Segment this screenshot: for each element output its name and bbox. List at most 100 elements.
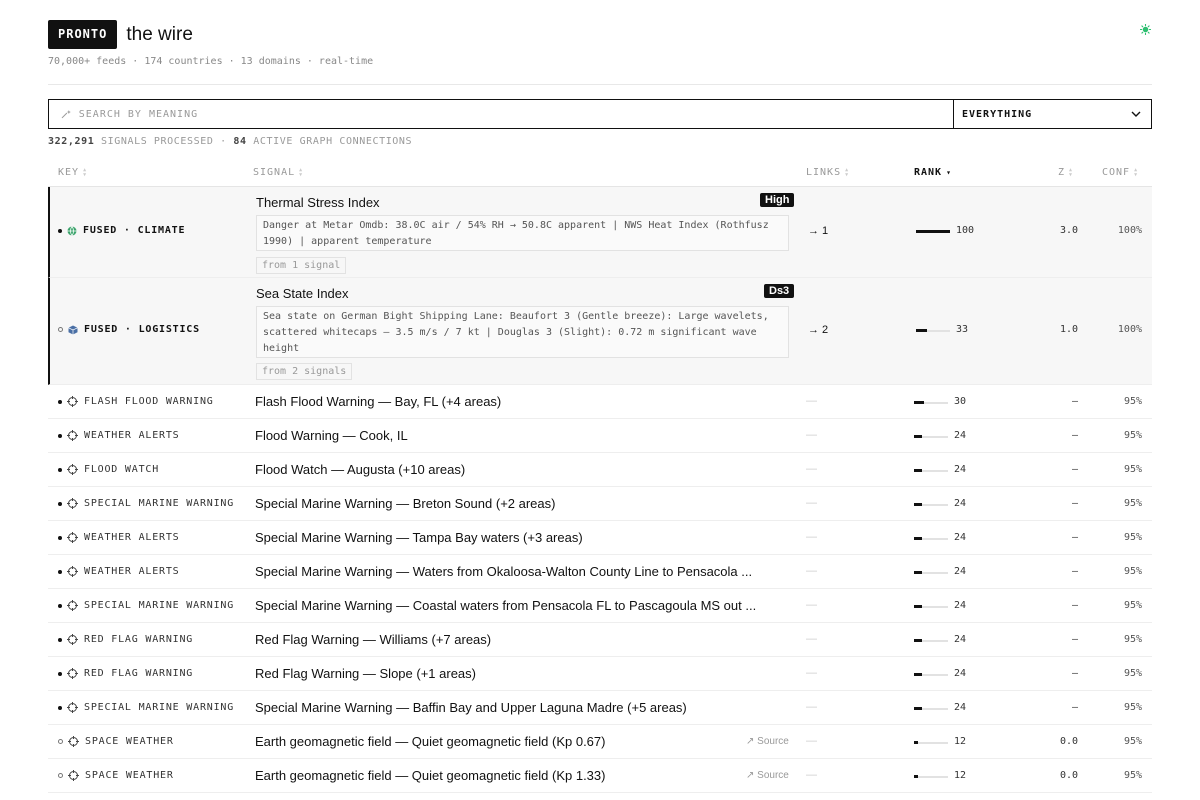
row-bullet (58, 399, 62, 404)
signal-title[interactable]: Flood Watch — Augusta (+10 areas) (255, 462, 465, 477)
signal-title[interactable]: Earth geomagnetic field — Quiet geomagne… (255, 734, 605, 749)
crosshair-icon (67, 668, 78, 679)
conf-value: 95% (1123, 668, 1142, 679)
row-bullet (58, 603, 62, 608)
z-value: — (1071, 702, 1078, 713)
signal-list: FLASH FLOOD WARNING Flash Flood Warning … (48, 385, 1152, 793)
row-key: SPECIAL MARINE WARNING (58, 702, 234, 713)
signal-title[interactable]: Special Marine Warning — Tampa Bay water… (255, 530, 583, 545)
rank-bar (914, 707, 948, 710)
brand-logo[interactable]: PRONTO (48, 20, 118, 49)
search-field[interactable] (49, 100, 954, 128)
rank-value: 24 (954, 532, 967, 543)
sort-icon: ▲ ▼ (1069, 166, 1074, 178)
signal-title[interactable]: Flood Warning — Cook, IL (255, 428, 408, 443)
signal-title[interactable]: Special Marine Warning — Waters from Oka… (255, 564, 752, 579)
column-signal-label: SIGNAL (253, 167, 296, 178)
sort-icon: ▲ ▼ (845, 166, 850, 178)
signals-table: KEY ▲ ▼ SIGNAL ▲ ▼ LINKS ▲ ▼ RANK ▾ Z ▲ ▼ CO… (48, 156, 1152, 793)
conf-value: 95% (1123, 498, 1142, 509)
page-title: the wire (126, 23, 193, 45)
z-value: 1.0 (1059, 324, 1078, 335)
cube-icon (68, 325, 78, 334)
column-header-conf[interactable]: CONF ▲ ▼ (1102, 167, 1138, 178)
row-bullet (58, 228, 62, 233)
table-row-expanded[interactable]: FUSED · LOGISTICS Sea State Index Ds3 Se… (48, 278, 1152, 385)
row-key-label: RED FLAG WARNING (84, 634, 194, 645)
rank-bar-fill (914, 503, 923, 506)
column-header-key[interactable]: KEY ▲ ▼ (58, 167, 87, 178)
table-row-expanded[interactable]: FUSED · CLIMATE Thermal Stress Index Hig… (48, 187, 1152, 278)
table-row[interactable]: RED FLAG WARNING Red Flag Warning — Will… (48, 623, 1152, 657)
z-value: — (1071, 668, 1078, 679)
chevron-down-icon (1131, 111, 1141, 117)
column-z-label: Z (1058, 167, 1066, 178)
severity-badge: Ds3 (764, 284, 795, 298)
crosshair-icon (68, 736, 79, 747)
table-row[interactable]: SPECIAL MARINE WARNING Special Marine Wa… (48, 691, 1152, 725)
signal-description: Sea state on German Bight Shipping Lane:… (256, 306, 789, 358)
column-header-signal[interactable]: SIGNAL ▲ ▼ (253, 167, 303, 178)
table-row[interactable]: SPECIAL MARINE WARNING Special Marine Wa… (48, 589, 1152, 623)
links-value: — (806, 701, 817, 713)
z-value: — (1071, 634, 1078, 645)
column-header-rank[interactable]: RANK ▾ (914, 167, 952, 178)
signal-title[interactable]: Red Flag Warning — Williams (+7 areas) (255, 632, 491, 647)
signal-title[interactable]: Earth geomagnetic field — Quiet geomagne… (255, 768, 605, 783)
sort-icon: ▲ ▼ (1134, 166, 1139, 178)
from-signals-chip[interactable]: from 1 signal (256, 257, 347, 274)
row-key: WEATHER ALERTS (58, 532, 180, 543)
search-input[interactable] (78, 108, 953, 120)
links-value: — (806, 633, 817, 645)
links-value: — (806, 769, 817, 781)
conf-value: 95% (1123, 532, 1142, 543)
live-status-icon[interactable] (1140, 24, 1151, 35)
column-header-links[interactable]: LINKS ▲ ▼ (806, 167, 849, 178)
table-row[interactable]: FLASH FLOOD WARNING Flash Flood Warning … (48, 385, 1152, 419)
row-key-label: FUSED · CLIMATE (83, 225, 186, 236)
signal-title[interactable]: Special Marine Warning — Breton Sound (+… (255, 496, 555, 511)
signal-title[interactable]: Thermal Stress Index (256, 195, 380, 210)
rank-value: 33 (956, 324, 969, 335)
signal-title[interactable]: Special Marine Warning — Coastal waters … (255, 598, 756, 613)
column-header-z[interactable]: Z ▲ ▼ (1058, 167, 1073, 178)
table-row[interactable]: WEATHER ALERTS Special Marine Warning — … (48, 521, 1152, 555)
table-row[interactable]: WEATHER ALERTS Flood Warning — Cook, IL … (48, 419, 1152, 453)
column-key-label: KEY (58, 167, 80, 178)
conf-value: 95% (1123, 396, 1142, 407)
table-row[interactable]: RED FLAG WARNING Red Flag Warning — Slop… (48, 657, 1152, 691)
signal-title[interactable]: Special Marine Warning — Baffin Bay and … (255, 700, 687, 715)
table-row[interactable]: SPECIAL MARINE WARNING Special Marine Wa… (48, 487, 1152, 521)
source-link[interactable]: ↗ Source (746, 736, 789, 747)
table-row[interactable]: FLOOD WATCH Flood Watch — Augusta (+10 a… (48, 453, 1152, 487)
rank-bar-fill (914, 469, 923, 472)
z-value: — (1071, 430, 1078, 441)
links-value: — (806, 497, 817, 509)
z-value: 0.0 (1059, 736, 1078, 747)
row-key: FUSED · CLIMATE (58, 225, 185, 236)
from-signals-chip[interactable]: from 2 signals (256, 363, 353, 380)
source-link[interactable]: ↗ Source (746, 770, 789, 781)
row-key-label: SPECIAL MARINE WARNING (84, 702, 235, 713)
signal-title[interactable]: Sea State Index (256, 286, 349, 301)
z-value: — (1071, 498, 1078, 509)
row-bullet (58, 433, 62, 438)
table-row[interactable]: SPACE WEATHER Earth geomagnetic field — … (48, 759, 1152, 793)
signal-title[interactable]: Red Flag Warning — Slope (+1 areas) (255, 666, 476, 681)
links-value[interactable]: → 1 (808, 225, 828, 237)
rank-bar (914, 673, 948, 676)
row-bullet (58, 327, 63, 332)
rank-bar-fill (914, 775, 919, 778)
domain-filter-select[interactable]: EVERYTHING (954, 100, 1151, 128)
sort-icon: ▲ ▼ (299, 166, 304, 178)
column-links-label: LINKS (806, 167, 842, 178)
table-row[interactable]: WEATHER ALERTS Special Marine Warning — … (48, 555, 1152, 589)
rank-value: 24 (954, 668, 967, 679)
rank-bar-fill (914, 639, 923, 642)
table-row[interactable]: SPACE WEATHER Earth geomagnetic field — … (48, 725, 1152, 759)
links-value[interactable]: → 2 (808, 324, 828, 336)
rank-bar-fill (914, 673, 923, 676)
row-key: FUSED · LOGISTICS (58, 324, 200, 335)
signal-title[interactable]: Flash Flood Warning — Bay, FL (+4 areas) (255, 394, 501, 409)
links-value: — (806, 429, 817, 441)
